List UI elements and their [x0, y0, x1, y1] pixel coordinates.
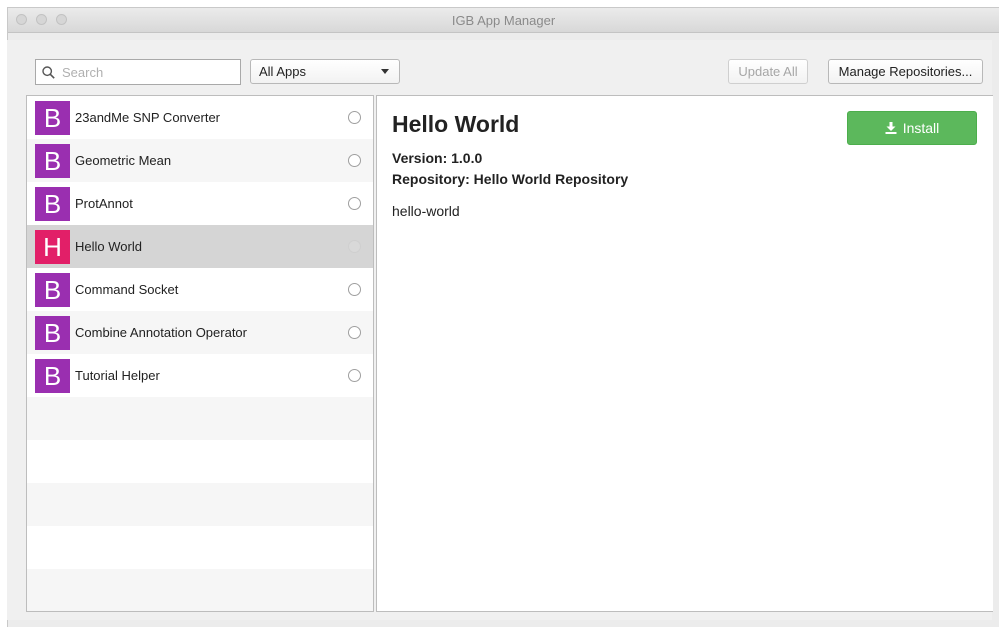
app-repository: Repository: Hello World Repository — [392, 171, 629, 187]
search-icon — [42, 65, 55, 79]
radio-button[interactable] — [348, 326, 361, 339]
empty-row — [27, 483, 373, 526]
app-letter-icon: B — [35, 359, 70, 393]
app-name: Geometric Mean — [75, 153, 172, 168]
empty-row — [27, 526, 373, 569]
app-version: Version: 1.0.0 — [392, 150, 483, 166]
app-filter-value: All Apps — [259, 64, 306, 79]
empty-row — [27, 397, 373, 440]
list-item[interactable]: B Tutorial Helper — [27, 354, 373, 397]
app-list[interactable]: B 23andMe SNP Converter B Geometric Mean B… — [26, 95, 374, 612]
radio-button[interactable] — [348, 154, 361, 167]
app-letter-icon: B — [35, 144, 70, 178]
search-field[interactable] — [35, 59, 241, 85]
list-item[interactable]: H Hello World — [27, 225, 373, 268]
list-item[interactable]: B 23andMe SNP Converter — [27, 96, 373, 139]
list-item[interactable]: B ProtAnnot — [27, 182, 373, 225]
app-name: 23andMe SNP Converter — [75, 110, 221, 125]
install-button[interactable]: Install — [847, 111, 977, 145]
list-item[interactable]: B Combine Annotation Operator — [27, 311, 373, 354]
radio-button[interactable] — [348, 111, 361, 124]
search-input[interactable] — [60, 63, 224, 81]
app-detail-panel: Hello World Version: 1.0.0 Repository: H… — [376, 95, 993, 612]
chevron-down-icon — [381, 69, 389, 74]
manage-repositories-button[interactable]: Manage Repositories... — [828, 59, 983, 84]
radio-button[interactable] — [348, 197, 361, 210]
empty-row — [27, 440, 373, 483]
app-letter-icon: H — [35, 230, 70, 264]
app-letter-icon: B — [35, 187, 70, 221]
install-label: Install — [902, 120, 940, 136]
list-item[interactable]: B Command Socket — [27, 268, 373, 311]
empty-row — [27, 569, 373, 611]
app-letter-icon: B — [35, 273, 70, 307]
app-letter-icon: B — [35, 316, 70, 350]
update-all-button[interactable]: Update All — [728, 59, 808, 84]
app-name: Tutorial Helper — [75, 368, 160, 383]
list-item[interactable]: B Geometric Mean — [27, 139, 373, 182]
radio-button[interactable] — [348, 369, 361, 382]
window-title: IGB App Manager — [451, 13, 556, 28]
app-name: Command Socket — [75, 282, 179, 297]
radio-button[interactable] — [348, 240, 361, 253]
title-bar[interactable]: IGB App Manager — [8, 8, 999, 33]
app-filter-select[interactable]: All Apps — [250, 59, 400, 84]
app-name: Combine Annotation Operator — [75, 325, 247, 340]
radio-button[interactable] — [348, 283, 361, 296]
app-name: ProtAnnot — [75, 196, 133, 211]
download-icon — [885, 122, 897, 134]
app-name: Hello World — [75, 239, 142, 254]
app-description: hello-world — [392, 203, 460, 219]
app-detail-title: Hello World — [392, 111, 520, 137]
app-letter-icon: B — [35, 101, 70, 135]
